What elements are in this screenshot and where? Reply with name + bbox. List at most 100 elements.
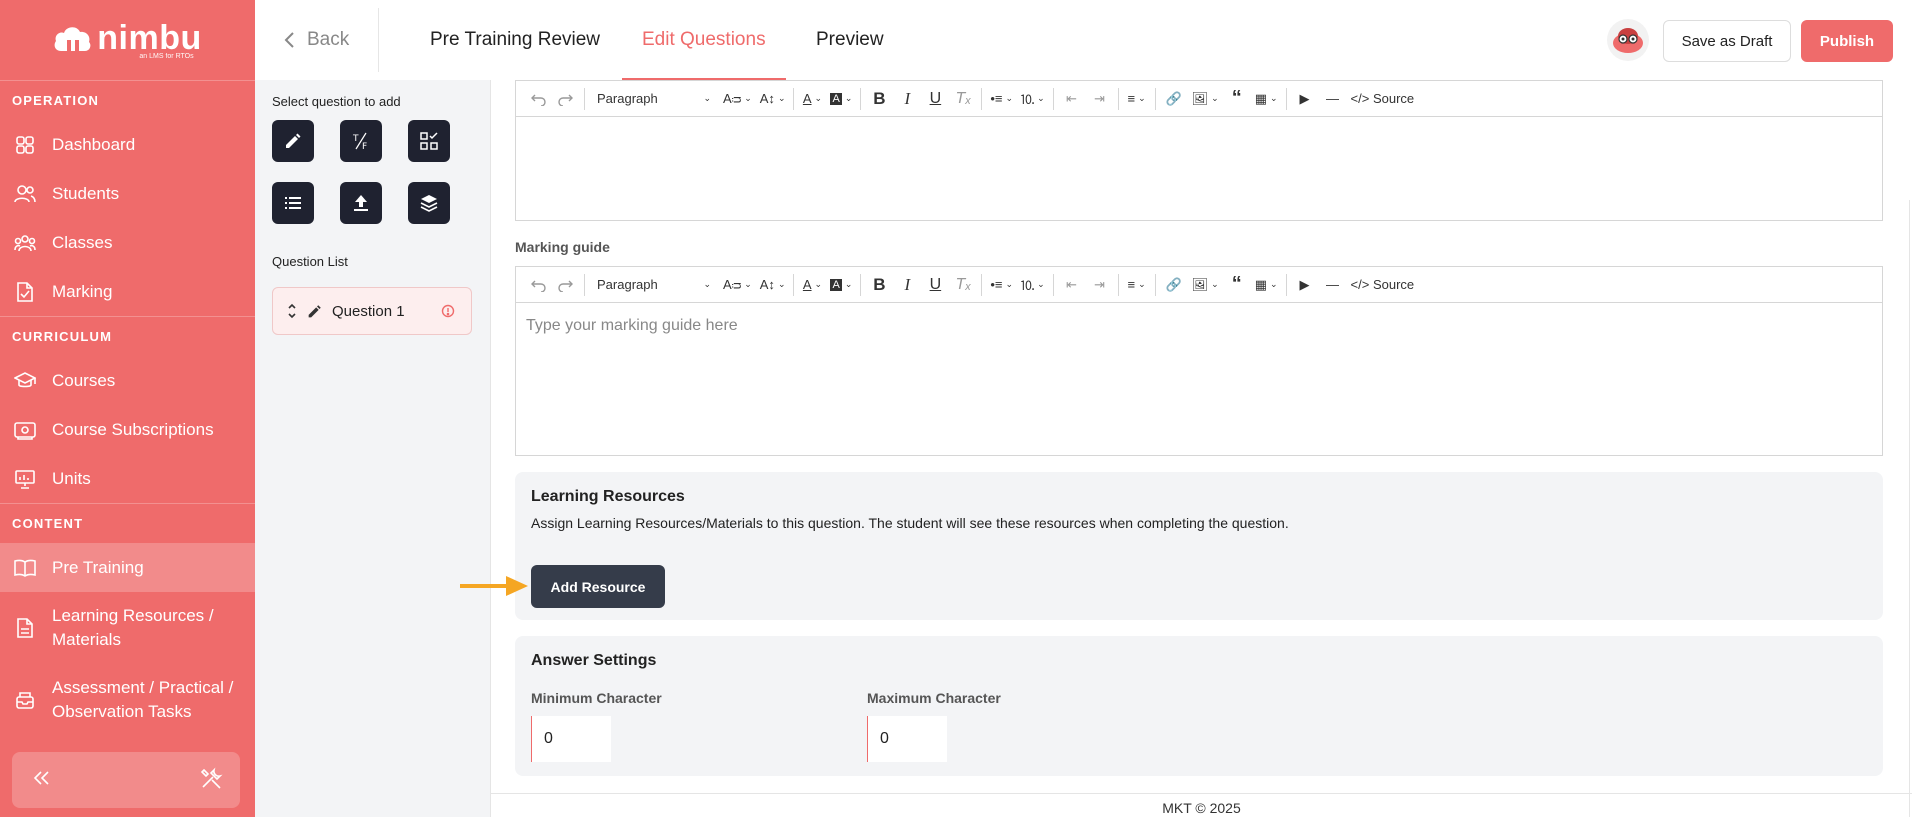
italic-icon[interactable]: I <box>893 267 921 303</box>
collapse-sidebar-icon[interactable] <box>32 770 50 791</box>
add-true-false-button[interactable]: TF <box>340 120 382 162</box>
italic-icon[interactable]: I <box>893 81 921 117</box>
sidebar-item-courses[interactable]: Courses <box>0 356 255 405</box>
add-layered-question-button[interactable] <box>408 182 450 224</box>
blockquote-icon[interactable]: “ <box>1223 81 1251 117</box>
sidebar-item-label: Pre Training <box>52 557 144 577</box>
table-icon[interactable]: ▦ ⌄ <box>1251 81 1282 117</box>
marking-guide-editor: Paragraph ⌄ Aᴞ ⌄ A↕ ⌄ A ⌄ A ⌄ B I U Tₓ •≡ ⌄ ⒑ ⌄… <box>515 266 1883 456</box>
image-icon[interactable]: 🖼 ⌄ <box>1188 81 1223 117</box>
publish-button[interactable]: Publish <box>1801 20 1893 62</box>
sidebar-item-course-subscriptions[interactable]: Course Subscriptions <box>0 405 255 454</box>
min-character-input[interactable] <box>531 716 611 762</box>
indent-icon[interactable]: ⇥ <box>1086 81 1114 117</box>
underline-icon[interactable]: U <box>921 81 949 117</box>
line-height-icon[interactable]: A↕ ⌄ <box>756 81 790 117</box>
indent-icon[interactable]: ⇥ <box>1086 267 1114 303</box>
image-icon[interactable]: 🖼 ⌄ <box>1188 267 1223 303</box>
font-color-icon[interactable]: A ⌄ <box>798 267 826 303</box>
tab-pre-training-review[interactable]: Pre Training Review <box>430 0 600 80</box>
remove-format-icon[interactable]: Tₓ <box>949 267 977 303</box>
line-height-icon[interactable]: A↕ ⌄ <box>756 267 790 303</box>
save-as-draft-button[interactable]: Save as Draft <box>1663 20 1791 62</box>
source-button[interactable]: </> Source <box>1347 81 1419 117</box>
learning-resources-title: Learning Resources <box>531 488 685 505</box>
sidebar-item-label: Units <box>52 468 91 488</box>
answer-settings-title: Answer Settings <box>531 652 657 669</box>
background-color-icon[interactable]: A ⌄ <box>826 267 856 303</box>
font-size-icon[interactable]: Aᴞ ⌄ <box>719 81 756 117</box>
table-icon[interactable]: ▦ ⌄ <box>1251 267 1282 303</box>
sidebar-item-pre-training[interactable]: Pre Training <box>0 543 255 592</box>
media-icon[interactable]: ▶ <box>1291 267 1319 303</box>
dashboard-icon <box>14 134 36 156</box>
numbered-list-icon[interactable]: ⒑ ⌄ <box>1017 81 1049 117</box>
bulleted-list-icon[interactable]: •≡ ⌄ <box>986 81 1017 117</box>
add-list-question-button[interactable] <box>272 182 314 224</box>
upload-icon <box>354 195 368 211</box>
question-editor: Paragraph ⌄ Aᴞ ⌄ A↕ ⌄ A ⌄ A ⌄ B I U Tₓ •≡ ⌄ ⒑ ⌄… <box>515 80 1883 221</box>
min-character-label: Minimum Character <box>531 690 662 706</box>
link-icon[interactable]: 🔗 <box>1160 267 1188 303</box>
sidebar-item-label: Course Subscriptions <box>52 419 214 439</box>
sidebar-item-students[interactable]: Students <box>0 169 255 218</box>
media-icon[interactable]: ▶ <box>1291 81 1319 117</box>
outdent-icon[interactable]: ⇤ <box>1058 81 1086 117</box>
add-upload-question-button[interactable] <box>340 182 382 224</box>
avatar[interactable] <box>1607 19 1649 61</box>
add-multiple-choice-button[interactable] <box>408 120 450 162</box>
undo-icon[interactable] <box>524 267 552 303</box>
font-size-icon[interactable]: Aᴞ ⌄ <box>719 267 756 303</box>
question-editor-body[interactable] <box>516 117 1882 217</box>
logo[interactable]: nimbu an LMS for RTOs <box>0 0 255 80</box>
background-color-icon[interactable]: A ⌄ <box>826 81 856 117</box>
tab-edit-questions[interactable]: Edit Questions <box>622 0 786 80</box>
sidebar: nimbu an LMS for RTOs OPERATION Dashboar… <box>0 0 255 817</box>
sidebar-item-marking[interactable]: Marking <box>0 267 255 316</box>
add-text-question-button[interactable] <box>272 120 314 162</box>
horizontal-line-icon[interactable]: — <box>1319 267 1347 303</box>
redo-icon[interactable] <box>552 81 580 117</box>
back-button[interactable]: Back <box>283 0 349 80</box>
remove-format-icon[interactable]: Tₓ <box>949 81 977 117</box>
section-operation: OPERATION <box>0 80 255 120</box>
source-label: Source <box>1372 91 1415 106</box>
sidebar-footer-bar <box>12 752 240 808</box>
bulleted-list-icon[interactable]: •≡ ⌄ <box>986 267 1017 303</box>
link-icon[interactable]: 🔗 <box>1160 81 1188 117</box>
group-icon <box>14 232 36 254</box>
drag-handle-icon[interactable] <box>287 302 297 320</box>
sidebar-item-label: Marking <box>52 281 113 301</box>
underline-icon[interactable]: U <box>921 267 949 303</box>
max-character-input[interactable] <box>867 716 947 762</box>
sidebar-item-assessment[interactable]: Assessment / Practical / Observation Tas… <box>0 664 255 736</box>
align-icon[interactable]: ≡ ⌄ <box>1123 81 1151 117</box>
bold-icon[interactable]: B <box>865 81 893 117</box>
blockquote-icon[interactable]: “ <box>1223 267 1251 303</box>
marking-guide-input[interactable]: Type your marking guide here <box>516 303 1882 349</box>
max-character-label: Maximum Character <box>867 690 1001 706</box>
bold-icon[interactable]: B <box>865 267 893 303</box>
outdent-icon[interactable]: ⇤ <box>1058 267 1086 303</box>
paragraph-select[interactable]: Paragraph ⌄ <box>589 81 719 117</box>
add-resource-button[interactable]: Add Resource <box>531 565 665 608</box>
source-button[interactable]: </> Source <box>1347 267 1419 303</box>
tab-preview[interactable]: Preview <box>816 0 884 80</box>
undo-icon[interactable] <box>524 81 552 117</box>
horizontal-line-icon[interactable]: — <box>1319 81 1347 117</box>
redo-icon[interactable] <box>552 267 580 303</box>
numbered-list-icon[interactable]: ⒑ ⌄ <box>1017 267 1049 303</box>
book-open-icon <box>14 557 36 579</box>
svg-text:T: T <box>352 134 359 144</box>
sidebar-item-units[interactable]: Units <box>0 454 255 503</box>
sidebar-item-dashboard[interactable]: Dashboard <box>0 120 255 169</box>
align-icon[interactable]: ≡ ⌄ <box>1123 267 1151 303</box>
paragraph-select[interactable]: Paragraph ⌄ <box>589 267 719 303</box>
sidebar-item-classes[interactable]: Classes <box>0 218 255 267</box>
tools-icon[interactable] <box>200 766 224 795</box>
select-question-title: Select question to add <box>272 94 401 109</box>
font-color-icon[interactable]: A ⌄ <box>798 81 826 117</box>
sidebar-item-learning-resources[interactable]: Learning Resources / Materials <box>0 592 255 664</box>
chevron-down-icon: ⌄ <box>703 279 711 289</box>
question-list-item[interactable]: Question 1 <box>272 287 472 335</box>
